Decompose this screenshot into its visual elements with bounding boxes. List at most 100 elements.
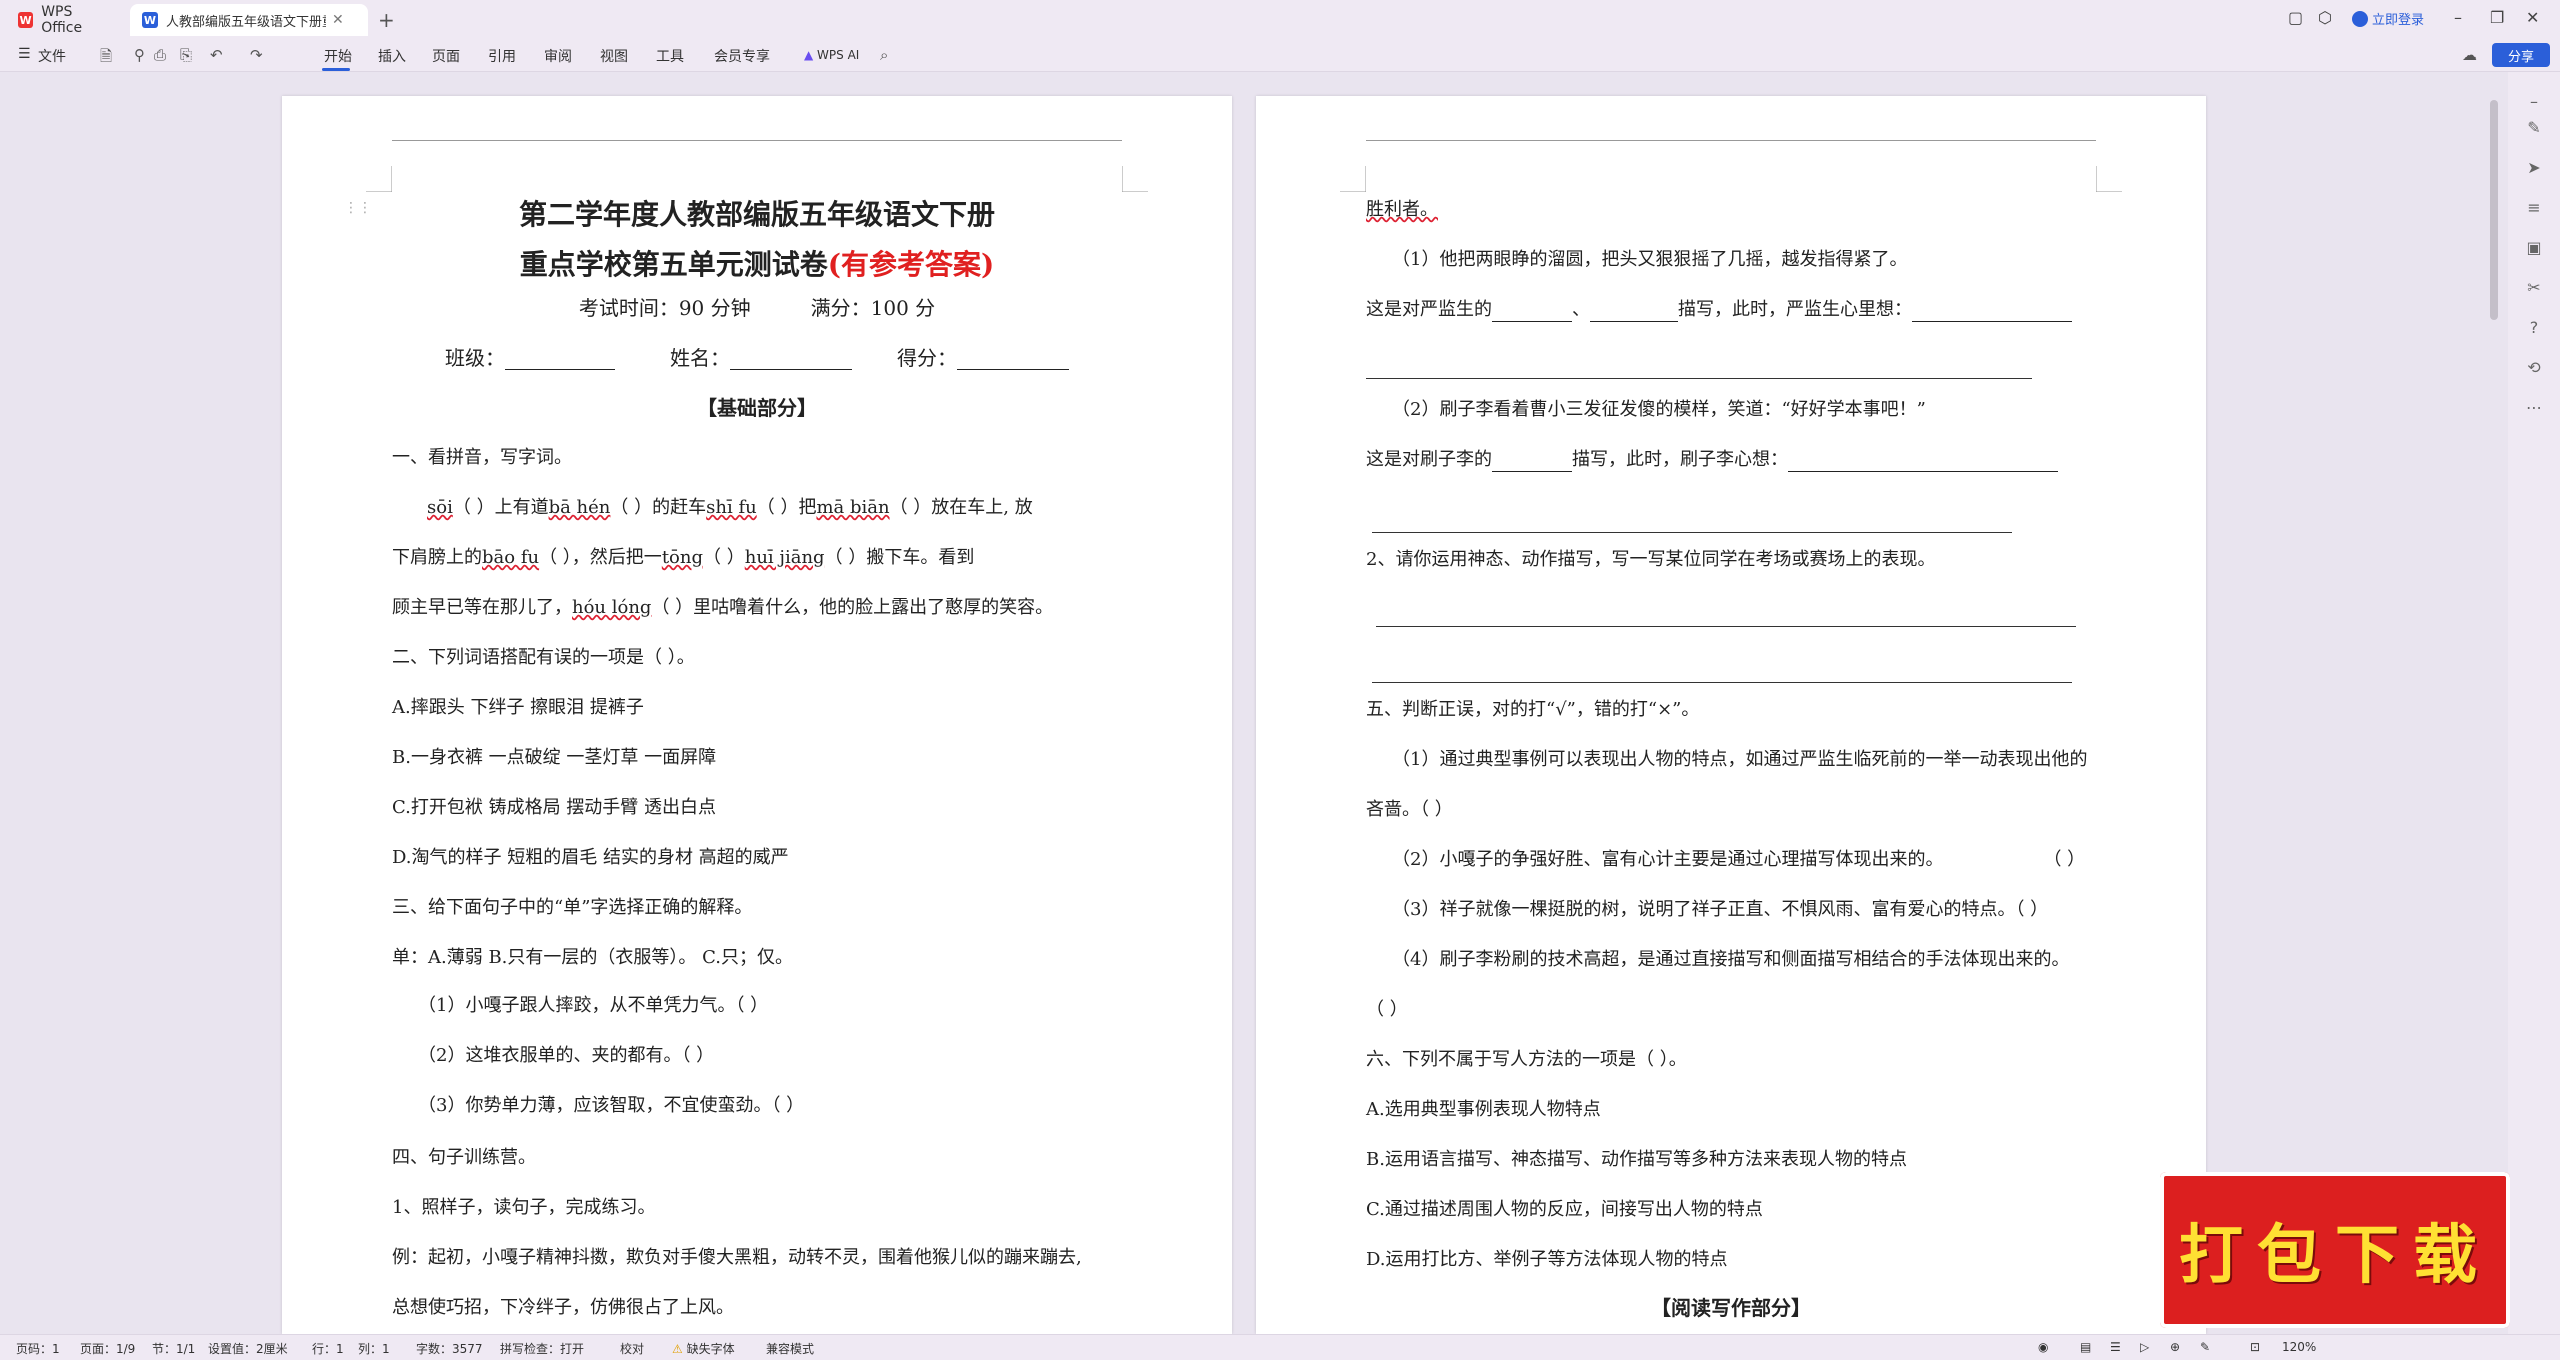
status-missing-font[interactable]: ⚠ 缺失字体 [672,1340,735,1357]
login-button[interactable]: 立即登录 [2352,9,2424,28]
print-preview-icon[interactable]: ⎘ [180,46,192,64]
status-page-code[interactable]: 页码：1 [16,1340,60,1357]
r-item-2: （2）刷子李看着曹小三发征发傻的模样，笑道：“好好学本事吧！” [1392,399,1926,420]
vertical-scrollbar[interactable] [2490,100,2498,320]
tab-member[interactable]: 会员专享 [714,46,770,66]
status-row[interactable]: 行：1 [312,1340,344,1357]
text: （2）小嘎子的争强好胜、富有心计主要是通过心理描写体现出来的。 [1392,849,1944,870]
outline-view-icon[interactable]: ☰ [2110,1340,2121,1354]
answer-blank[interactable] [1492,304,1572,322]
tab-references[interactable]: 引用 [488,46,516,66]
window-layout-icon[interactable]: ▢ [2288,8,2303,27]
cube-icon[interactable]: ⬡ [2318,8,2332,27]
adjust-icon[interactable]: ≡ [2524,198,2544,218]
tab-page[interactable]: 页面 [432,46,460,66]
q3-item-3: （3）你势单力薄，应该智取，不宜使蛮劲。（ ） [418,1095,805,1116]
cloud-sync-icon[interactable]: ☁ [2462,46,2477,64]
answer-line[interactable] [1366,378,2032,379]
q5-item-3: （3）祥子就像一棵挺脱的树，说明了祥子正直、不惧风雨、富有爱心的特点。（ ） [1392,899,2049,920]
section-heading-reading: 【阅读写作部分】 [1651,1296,1811,1320]
section-heading-basic: 【基础部分】 [697,396,817,420]
web-view-icon[interactable]: ⊕ [2170,1340,2180,1354]
name-field[interactable] [730,352,852,370]
help-icon[interactable]: ? [2524,318,2544,338]
tools-icon[interactable]: ✂ [2524,278,2544,298]
writer-doc-icon: W [142,12,158,28]
tab-close-icon[interactable]: ✕ [332,12,344,28]
pinyin: mā biān [816,497,890,518]
tab-wps-home[interactable]: W WPS Office [6,4,126,36]
wps-ai-icon: ▲ [804,48,818,62]
tab-tools[interactable]: 工具 [656,46,684,66]
tab-view[interactable]: 视图 [600,46,628,66]
menu-icon[interactable]: ☰ [18,46,31,62]
backup-icon[interactable]: ⟲ [2524,358,2544,378]
eye-protection-icon[interactable]: ◉ [2038,1340,2048,1354]
tab-insert[interactable]: 插入 [378,46,406,66]
image-icon[interactable]: ▣ [2524,238,2544,258]
status-proofread[interactable]: 校对 [620,1340,644,1357]
q5-item-4b: （ ） [1366,999,1408,1020]
right-sidebar: – ✎ ➤ ≡ ▣ ✂ ? ⟲ ⋯ [2508,72,2560,1334]
status-col[interactable]: 列：1 [358,1340,390,1357]
status-spell-check[interactable]: 拼写检查：打开 [500,1340,584,1357]
status-section[interactable]: 节：1/1 [152,1340,195,1357]
answer-blank[interactable] [1590,304,1678,322]
tab-document[interactable]: W 人教部编版五年级语文下册重点学校第五单元测试卷 ✕ [130,4,368,36]
margin-corner-mark [1122,166,1148,192]
fit-page-icon[interactable]: ⊡ [2250,1340,2260,1354]
zoom-level[interactable]: 120% [2282,1340,2316,1354]
share-button[interactable]: 分享 [2492,43,2550,67]
tab-home[interactable]: 开始 [324,46,352,66]
text: 这是对严监生的 [1366,299,1492,320]
question-1: 一、看拼音，写字词。 [392,447,572,468]
status-pages[interactable]: 页面：1/9 [80,1340,135,1357]
avatar-icon [2352,10,2368,27]
answer-blank[interactable] [1788,454,2058,472]
tab-review[interactable]: 审阅 [544,46,572,66]
redo-icon[interactable]: ↷ [250,46,263,64]
answer-blank[interactable] [1492,454,1572,472]
answer-blank[interactable] [1912,304,2072,322]
score-field[interactable] [957,352,1069,370]
status-setting[interactable]: 设置值：2厘米 [208,1340,288,1357]
page-view-icon[interactable]: ▤ [2080,1340,2091,1354]
answer-line[interactable] [1372,532,2012,533]
more-icon[interactable]: ⋯ [2524,398,2544,418]
margin-corner-mark [2096,166,2122,192]
class-field[interactable] [505,352,615,370]
file-menu[interactable]: 文件 [38,46,66,66]
answer-line[interactable] [1376,626,2076,627]
pen-icon[interactable]: ✎ [2524,118,2544,138]
undo-icon[interactable]: ↶ [210,46,223,64]
missing-font-label: 缺失字体 [686,1342,735,1356]
warning-icon: ⚠ [672,1342,687,1356]
save-icon[interactable]: 🗎 [100,46,112,71]
new-tab-icon[interactable]: + [378,8,395,32]
collapse-icon[interactable]: – [2524,92,2544,112]
status-word-count[interactable]: 字数：3577 [416,1340,483,1357]
q3-item-2: （2）这堆衣服单的、夹的都有。（ ） [418,1045,715,1066]
q3-options: 单：A.薄弱 B.只有一层的（衣服等）。 C.只；仅。 [392,947,793,968]
minimize-icon[interactable]: – [2454,8,2462,27]
login-label: 立即登录 [2372,13,2425,28]
annotate-icon[interactable]: ✎ [2200,1340,2210,1354]
document-page-2[interactable]: 胜利者。 （1）他把两眼睁的溜圆，把头又狠狠摇了几摇，越发指得紧了。 这是对严监… [1256,96,2206,1334]
wps-ai-button[interactable]: ▲ WPS AI [804,48,859,62]
play-icon[interactable]: ▷ [2140,1340,2149,1354]
search-icon[interactable]: ⌕ [880,46,888,64]
document-page-1[interactable]: ⋮⋮ 第二学年度人教部编版五年级语文下册 重点学校第五单元测试卷(有参考答案) … [282,96,1232,1334]
download-pack-banner[interactable]: 打包下载 [2160,1172,2510,1328]
q6-option-b: B.运用语言描写、神态描写、动作描写等多种方法来表现人物的特点 [1366,1149,1907,1170]
question-5: 五、判断正误，对的打“√”，错的打“×”。 [1366,699,1700,720]
exam-title-main: 重点学校第五单元测试卷 [519,248,828,281]
answer-line[interactable] [1372,682,2072,683]
restore-icon[interactable]: ❐ [2490,8,2504,27]
find-icon[interactable]: ⚲ [134,46,145,64]
margin-corner-mark [366,166,392,192]
cursor-icon[interactable]: ➤ [2524,158,2544,178]
close-window-icon[interactable]: ✕ [2526,8,2539,27]
q3-item-1: （1）小嘎子跟人摔跤，从不单凭力气。（ ） [418,995,769,1016]
print-icon[interactable]: ⎙ [154,46,166,64]
ribbon: ☰ 文件 🗎 ⚲ ⎙ ⎘ ↶ ↷ 开始 插入 页面 引用 审阅 视图 工具 会员… [0,38,2560,72]
